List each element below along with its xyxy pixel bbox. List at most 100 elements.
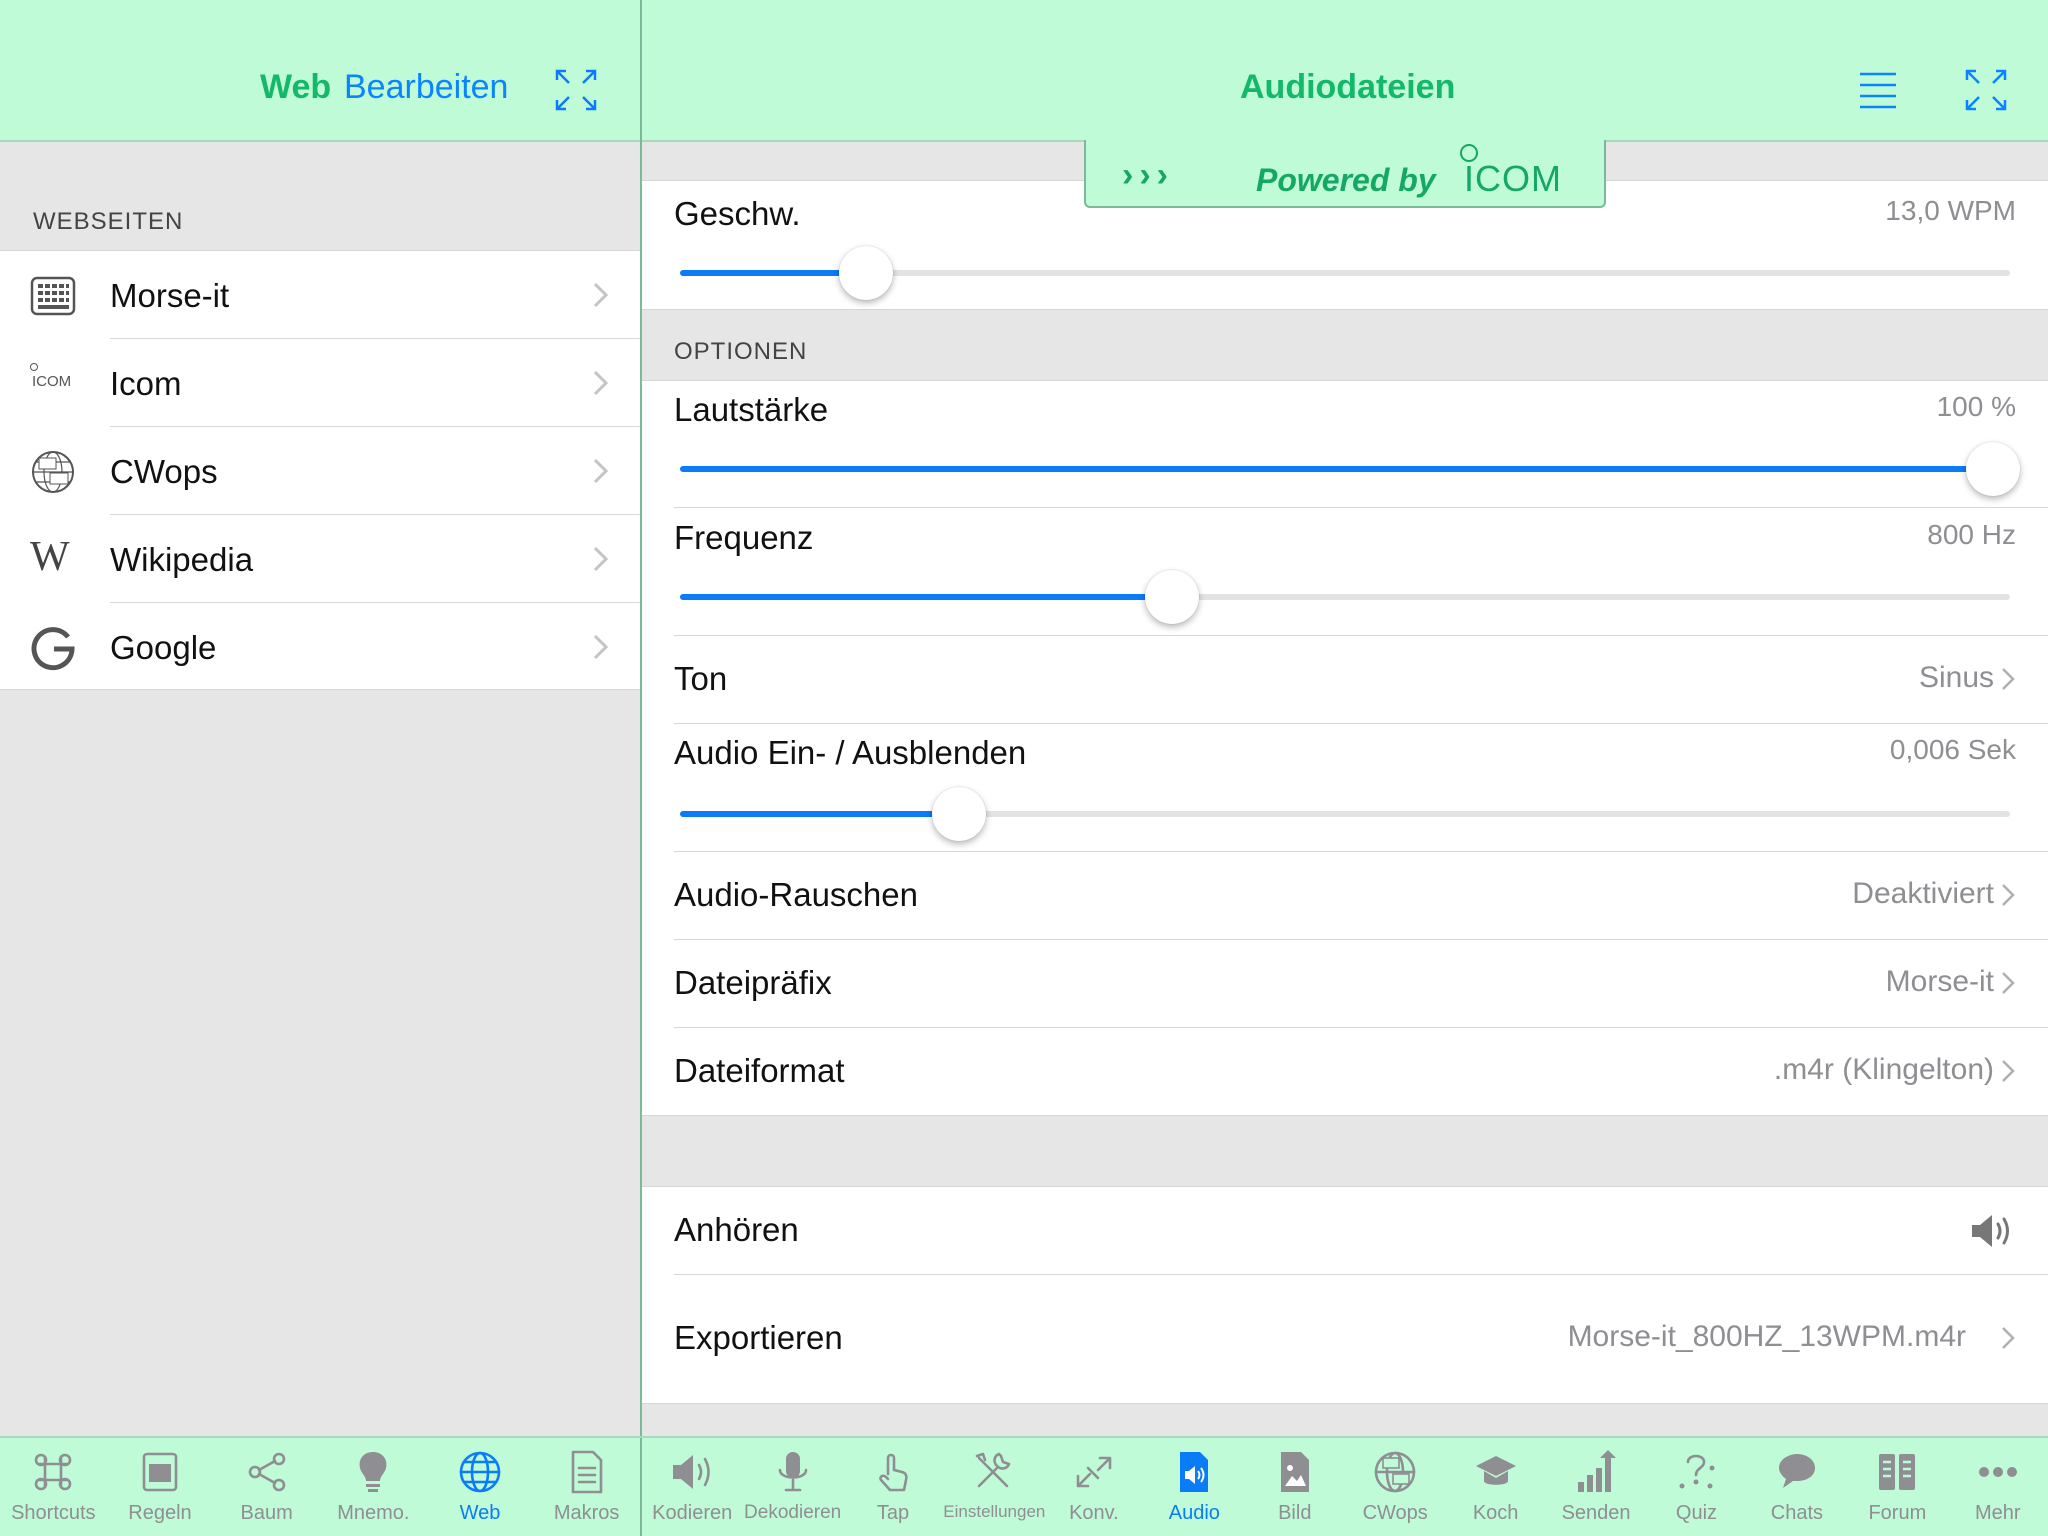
edit-button[interactable]: Bearbeiten (344, 68, 508, 107)
tab-label: Bild (1278, 1502, 1312, 1524)
tab-forum[interactable]: Forum (1847, 1448, 1947, 1525)
keyboard-icon (30, 276, 76, 316)
powered-by-banner[interactable]: ››› Powered by ICOM (1084, 140, 1606, 208)
tab-chats[interactable]: Chats (1747, 1448, 1847, 1525)
slider-thumb[interactable] (1966, 442, 2020, 496)
prefix-value: Morse-it (1885, 965, 1994, 998)
chevron-right-icon (2002, 884, 2015, 906)
tab-dekodieren[interactable]: Dekodieren (742, 1448, 842, 1524)
tab-bar: Shortcuts Regeln Baum Mnemo. Web Makros Kodie… (0, 1436, 2048, 1536)
expand-icon[interactable] (554, 68, 598, 112)
tab-senden[interactable]: Senden (1546, 1448, 1646, 1525)
volume-slider[interactable] (680, 442, 2020, 496)
tab-tap[interactable]: Tap (843, 1448, 943, 1525)
web-sidebar: Web Bearbeiten WEBSEITEN Morse-it ICOM I… (0, 0, 640, 1536)
tab-koch[interactable]: Koch (1445, 1448, 1545, 1525)
tab-quiz[interactable]: Quiz (1646, 1448, 1746, 1525)
powered-by-text: Powered by (1256, 162, 1436, 198)
speaker-icon (673, 1455, 711, 1489)
volume-cell: Lautstärke 100 % (642, 381, 2048, 508)
tab-cwops[interactable]: CWops (1345, 1448, 1445, 1525)
graduation-cap-icon (1475, 1456, 1516, 1485)
tab-shortcuts[interactable]: Shortcuts (0, 1448, 107, 1525)
chevron-right-icon (2002, 972, 2015, 994)
tab-mehr[interactable]: Mehr (1948, 1448, 2048, 1525)
bar-chart-icon (1578, 1450, 1617, 1492)
tab-label: Tap (876, 1502, 910, 1524)
website-row-morse-it[interactable]: Morse-it (0, 251, 640, 339)
speed-slider[interactable] (680, 246, 2010, 300)
left-navbar: Web Bearbeiten (0, 0, 640, 142)
website-row-wikipedia[interactable]: W Wikipedia (0, 515, 640, 603)
tab-label: Einstellungen (943, 1502, 1046, 1521)
tab-baum[interactable]: Baum (213, 1448, 320, 1525)
volume-value: 100 % (1936, 391, 2016, 422)
tab-konv[interactable]: Konv. (1044, 1448, 1144, 1525)
website-label: Google (110, 629, 217, 666)
tab-makros[interactable]: Makros (533, 1448, 640, 1525)
tab-label: CWops (1362, 1502, 1428, 1524)
google-icon (31, 627, 75, 671)
noise-value: Deaktiviert (1852, 877, 1994, 910)
page-title: Audiodateien (1240, 68, 1456, 106)
forum-icon (1879, 1454, 1916, 1490)
format-label: Dateiformat (674, 1052, 845, 1089)
arrows-icon: ››› (1122, 156, 1174, 194)
chevron-right-icon (593, 546, 609, 572)
tone-cell[interactable]: Ton Sinus (642, 636, 2048, 724)
tools-icon (976, 1452, 1011, 1488)
tab-kodieren[interactable]: Kodieren (642, 1448, 742, 1525)
tab-label: Web (459, 1502, 501, 1524)
tone-label: Ton (674, 660, 728, 697)
speaker-icon[interactable] (1968, 1211, 2016, 1251)
tab-einstellungen[interactable]: Einstellungen (943, 1448, 1046, 1522)
tab-label: Dekodieren (744, 1502, 842, 1523)
hand-tap-icon (879, 1453, 908, 1492)
section-header-webseiten: WEBSEITEN (33, 208, 184, 235)
tab-label: Forum (1868, 1502, 1927, 1524)
document-icon (571, 1450, 602, 1494)
website-label: Icom (110, 365, 182, 402)
website-list: Morse-it ICOM Icom CWops W Wikipedia Goo… (0, 250, 640, 690)
globe-icon (459, 1451, 501, 1493)
tab-mnemo[interactable]: Mnemo. (320, 1448, 427, 1525)
wikipedia-icon: W (30, 534, 70, 580)
expand-icon[interactable] (1964, 68, 2008, 112)
fade-slider[interactable] (680, 787, 2010, 841)
menu-list-icon[interactable] (1858, 68, 1898, 112)
right-navbar: Audiodateien (642, 0, 2048, 142)
listen-label: Anhören (674, 1211, 799, 1248)
image-file-icon (1280, 1452, 1309, 1492)
slider-thumb[interactable] (839, 246, 894, 300)
website-row-cwops[interactable]: CWops (0, 427, 640, 515)
microphone-icon (778, 1452, 807, 1492)
frequency-slider[interactable] (680, 570, 2010, 624)
listen-cell[interactable]: Anhören (642, 1187, 2048, 1275)
slider-fill (680, 466, 2010, 472)
tab-audio[interactable]: Audio (1144, 1448, 1244, 1525)
tab-regeln[interactable]: Regeln (107, 1448, 214, 1525)
export-label: Exportieren (674, 1319, 843, 1356)
noise-cell[interactable]: Audio-Rauschen Deaktiviert (642, 852, 2048, 940)
audio-file-icon (1180, 1452, 1209, 1492)
tab-label: Shortcuts (11, 1502, 96, 1524)
lightbulb-icon (359, 1452, 387, 1492)
tab-label: Mnemo. (337, 1502, 410, 1524)
tab-label: Quiz (1675, 1502, 1718, 1524)
website-row-icom[interactable]: ICOM Icom (0, 339, 640, 427)
tab-web[interactable]: Web (427, 1448, 534, 1525)
export-cell[interactable]: Exportieren Morse-it_800HZ_13WPM.m4r (642, 1275, 2048, 1403)
tab-label: Senden (1561, 1502, 1631, 1524)
slider-thumb[interactable] (1145, 570, 1200, 624)
frequency-cell: Frequenz 800 Hz (642, 508, 2048, 636)
slider-fill (680, 594, 1173, 600)
prefix-cell[interactable]: Dateipräfix Morse-it (642, 940, 2048, 1028)
format-cell[interactable]: Dateiformat .m4r (Klingelton) (642, 1028, 2048, 1115)
audio-settings-pane: Geschw. 13,0 WPM OPTIONEN Lautstärke 100… (642, 0, 2048, 1536)
slider-thumb[interactable] (932, 787, 987, 841)
volume-label: Lautstärke (674, 391, 829, 428)
website-row-google[interactable]: Google (0, 603, 640, 691)
tab-bild[interactable]: Bild (1245, 1448, 1345, 1525)
chevron-right-icon (593, 282, 609, 308)
tab-label: Mehr (1974, 1502, 2021, 1524)
